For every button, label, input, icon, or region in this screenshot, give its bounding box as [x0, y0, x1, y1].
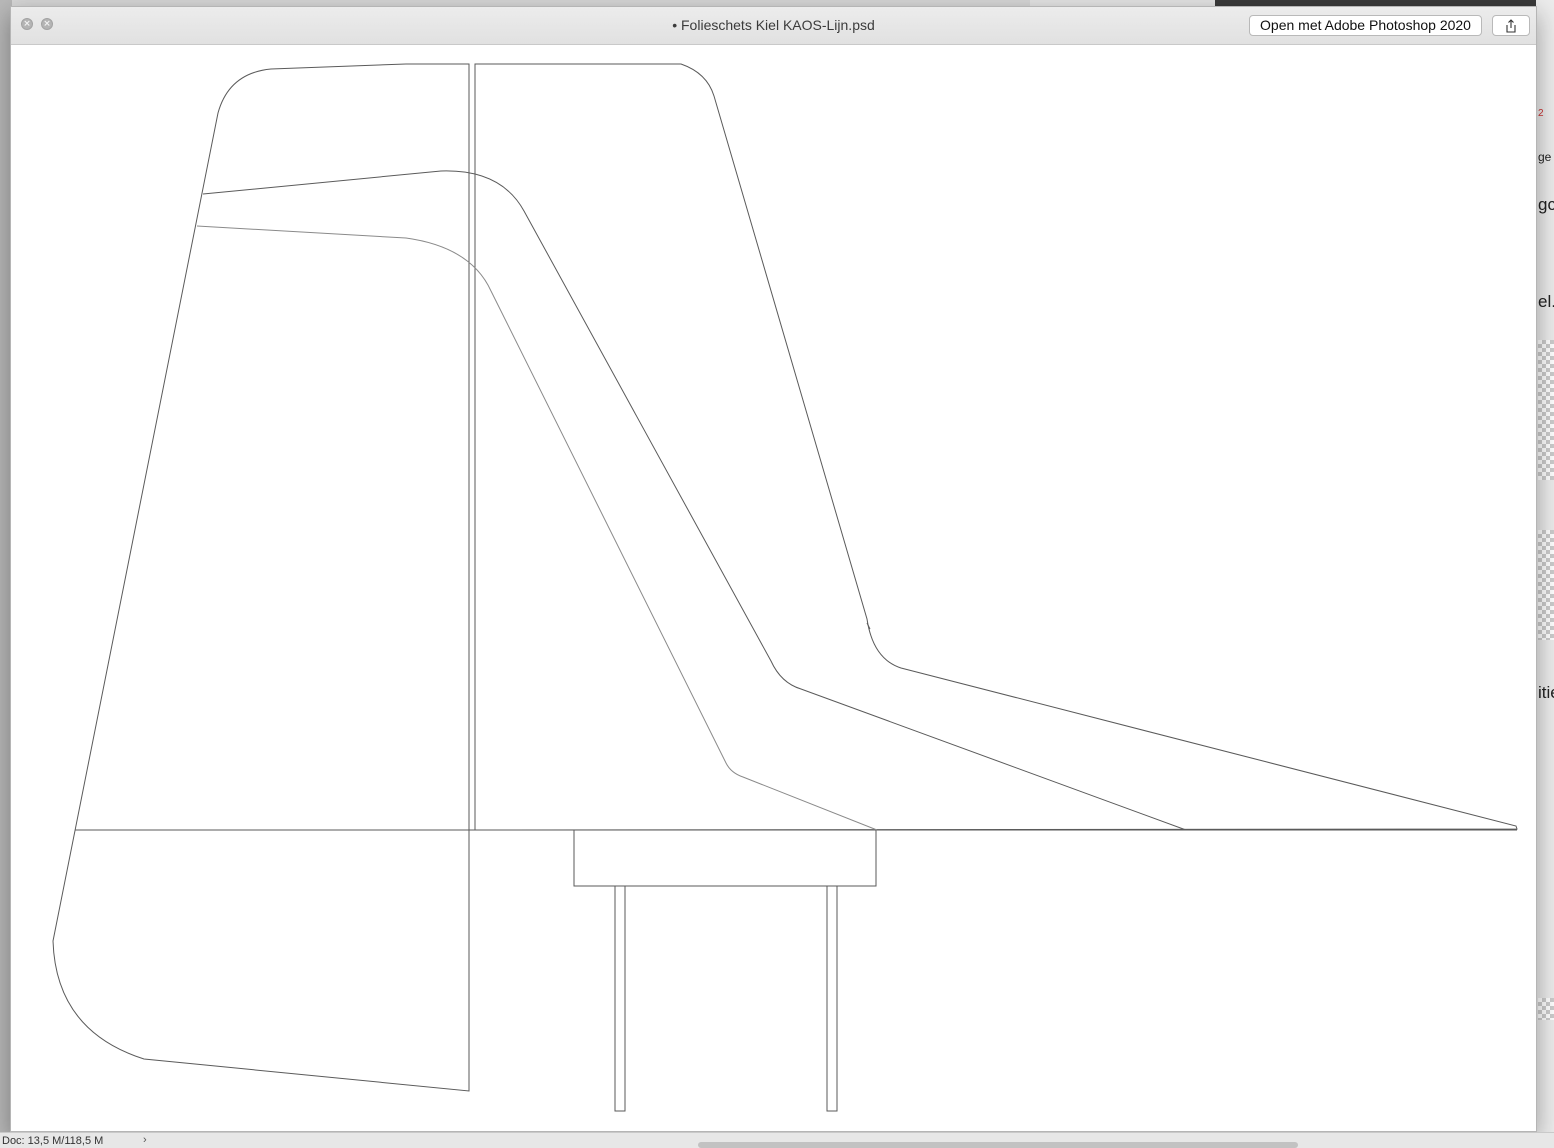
background-transparency-checker	[1538, 530, 1554, 640]
title-bar[interactable]: × × • Folieschets Kiel KAOS-Lijn.psd Ope…	[11, 7, 1536, 45]
horizontal-scrollbar[interactable]	[698, 1142, 1298, 1148]
quicklook-window: × × • Folieschets Kiel KAOS-Lijn.psd Ope…	[10, 6, 1537, 1132]
image-preview-canvas	[11, 45, 1536, 1131]
share-icon	[1506, 18, 1516, 33]
open-with-photoshop-button[interactable]: Open met Adobe Photoshop 2020	[1249, 15, 1482, 36]
background-text-fragment: ge	[1538, 150, 1552, 164]
background-text-fragment: gc	[1538, 195, 1554, 214]
background-text-fragment: itie	[1538, 683, 1554, 702]
background-transparency-checker	[1538, 340, 1554, 480]
share-button[interactable]	[1492, 15, 1530, 36]
background-text-fragment: el.	[1538, 292, 1554, 311]
background-transparency-checker	[1538, 998, 1554, 1020]
background-status-bar: Doc: 13,5 M/118,5 M ›	[0, 1132, 1554, 1148]
chevron-right-icon[interactable]: ›	[143, 1134, 147, 1146]
background-window-right: 2 ge gc el. itie	[1536, 0, 1554, 1148]
background-badge: 2	[1538, 108, 1544, 119]
doc-size-text: Doc: 13,5 M/118,5 M	[2, 1135, 104, 1147]
